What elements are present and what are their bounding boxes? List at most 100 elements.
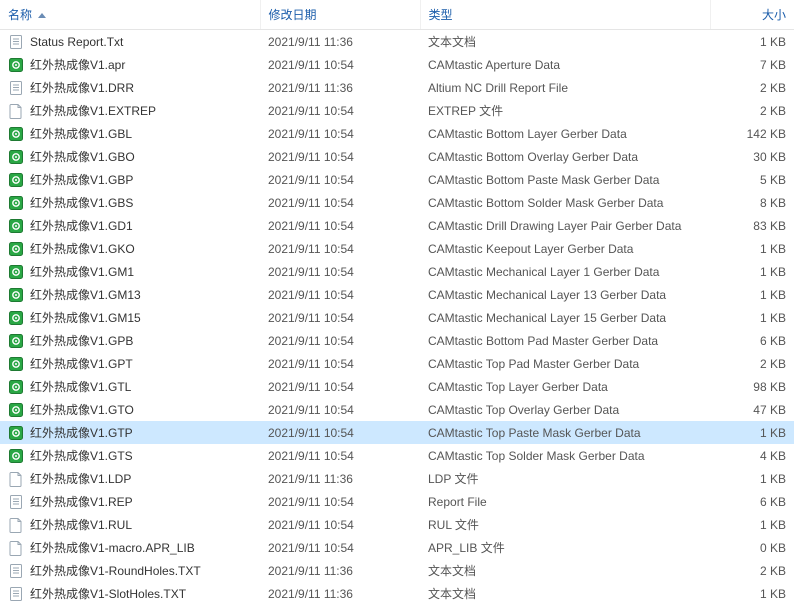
file-size: 6 KB: [710, 490, 794, 513]
file-name-cell[interactable]: 红外热成像V1.REP: [0, 490, 260, 513]
file-date: 2021/9/11 10:54: [260, 191, 420, 214]
file-row[interactable]: 红外热成像V1.GPB2021/9/11 10:54CAMtastic Bott…: [0, 329, 794, 352]
file-name: 红外热成像V1.GM13: [30, 288, 141, 302]
file-name-cell[interactable]: 红外热成像V1.DRR: [0, 76, 260, 99]
file-name-cell[interactable]: 红外热成像V1.GTP: [0, 421, 260, 444]
file-size: 1 KB: [710, 582, 794, 605]
file-type: CAMtastic Mechanical Layer 1 Gerber Data: [420, 260, 710, 283]
file-type: CAMtastic Bottom Overlay Gerber Data: [420, 145, 710, 168]
file-size: 2 KB: [710, 76, 794, 99]
file-name-cell[interactable]: 红外热成像V1.GKO: [0, 237, 260, 260]
file-name: 红外热成像V1.REP: [30, 495, 133, 509]
file-name: 红外热成像V1.GPB: [30, 334, 133, 348]
file-row[interactable]: 红外热成像V1.GPT2021/9/11 10:54CAMtastic Top …: [0, 352, 794, 375]
file-name: 红外热成像V1.apr: [30, 58, 125, 72]
file-type: CAMtastic Keepout Layer Gerber Data: [420, 237, 710, 260]
file-type: Altium NC Drill Report File: [420, 76, 710, 99]
file-name-cell[interactable]: 红外热成像V1.GPB: [0, 329, 260, 352]
file-name-cell[interactable]: 红外热成像V1.GPT: [0, 352, 260, 375]
file-type: 文本文档: [420, 582, 710, 605]
file-name: 红外热成像V1.EXTREP: [30, 104, 156, 118]
file-row[interactable]: 红外热成像V1-RoundHoles.TXT2021/9/11 11:36文本文…: [0, 559, 794, 582]
file-list-table: 名称 修改日期 类型 大小 Status Report.Txt2021/9/11…: [0, 0, 794, 605]
file-name: 红外热成像V1.GTL: [30, 380, 131, 394]
file-row[interactable]: 红外热成像V1-SlotHoles.TXT2021/9/11 11:36文本文档…: [0, 582, 794, 605]
file-date: 2021/9/11 10:54: [260, 490, 420, 513]
file-name-cell[interactable]: 红外热成像V1.GBS: [0, 191, 260, 214]
file-name-cell[interactable]: 红外热成像V1.EXTREP: [0, 99, 260, 122]
file-row[interactable]: 红外热成像V1.GKO2021/9/11 10:54CAMtastic Keep…: [0, 237, 794, 260]
txt-file-icon: [8, 563, 24, 579]
column-header-type[interactable]: 类型: [420, 0, 710, 30]
file-name-cell[interactable]: 红外热成像V1.RUL: [0, 513, 260, 536]
file-name-cell[interactable]: 红外热成像V1-SlotHoles.TXT: [0, 582, 260, 605]
file-name-cell[interactable]: 红外热成像V1.GM15: [0, 306, 260, 329]
file-date: 2021/9/11 11:36: [260, 559, 420, 582]
camtastic-file-icon: [8, 241, 24, 257]
file-row[interactable]: 红外热成像V1.GM12021/9/11 10:54CAMtastic Mech…: [0, 260, 794, 283]
file-name: 红外热成像V1.GBP: [30, 173, 133, 187]
column-header-size[interactable]: 大小: [710, 0, 794, 30]
file-row[interactable]: 红外热成像V1.REP2021/9/11 10:54Report File6 K…: [0, 490, 794, 513]
file-type: RUL 文件: [420, 513, 710, 536]
file-name-cell[interactable]: 红外热成像V1-macro.APR_LIB: [0, 536, 260, 559]
file-row[interactable]: 红外热成像V1.GM132021/9/11 10:54CAMtastic Mec…: [0, 283, 794, 306]
camtastic-file-icon: [8, 57, 24, 73]
file-row[interactable]: 红外热成像V1.RUL2021/9/11 10:54RUL 文件1 KB: [0, 513, 794, 536]
file-name-cell[interactable]: Status Report.Txt: [0, 30, 260, 54]
file-size: 6 KB: [710, 329, 794, 352]
file-name-cell[interactable]: 红外热成像V1.GD1: [0, 214, 260, 237]
file-row[interactable]: 红外热成像V1-macro.APR_LIB2021/9/11 10:54APR_…: [0, 536, 794, 559]
file-date: 2021/9/11 10:54: [260, 421, 420, 444]
file-row[interactable]: 红外热成像V1.DRR2021/9/11 11:36Altium NC Dril…: [0, 76, 794, 99]
file-row[interactable]: 红外热成像V1.GTO2021/9/11 10:54CAMtastic Top …: [0, 398, 794, 421]
file-name: 红外热成像V1.GTP: [30, 426, 133, 440]
file-date: 2021/9/11 11:36: [260, 76, 420, 99]
file-name-cell[interactable]: 红外热成像V1.GBL: [0, 122, 260, 145]
file-type: 文本文档: [420, 559, 710, 582]
file-row[interactable]: 红外热成像V1.GBS2021/9/11 10:54CAMtastic Bott…: [0, 191, 794, 214]
file-row[interactable]: 红外热成像V1.EXTREP2021/9/11 10:54EXTREP 文件2 …: [0, 99, 794, 122]
camtastic-file-icon: [8, 448, 24, 464]
file-row[interactable]: 红外热成像V1.LDP2021/9/11 11:36LDP 文件1 KB: [0, 467, 794, 490]
file-name-cell[interactable]: 红外热成像V1.GM1: [0, 260, 260, 283]
txt-file-icon: [8, 80, 24, 96]
file-row[interactable]: 红外热成像V1.GTL2021/9/11 10:54CAMtastic Top …: [0, 375, 794, 398]
file-row[interactable]: 红外热成像V1.GTS2021/9/11 10:54CAMtastic Top …: [0, 444, 794, 467]
txt-file-icon: [8, 34, 24, 50]
camtastic-file-icon: [8, 310, 24, 326]
file-date: 2021/9/11 10:54: [260, 53, 420, 76]
file-name-cell[interactable]: 红外热成像V1.LDP: [0, 467, 260, 490]
generic-file-icon: [8, 103, 24, 119]
file-name-cell[interactable]: 红外热成像V1.GTO: [0, 398, 260, 421]
column-header-date[interactable]: 修改日期: [260, 0, 420, 30]
file-name-cell[interactable]: 红外热成像V1.GM13: [0, 283, 260, 306]
column-header-row: 名称 修改日期 类型 大小: [0, 0, 794, 30]
file-type: CAMtastic Top Pad Master Gerber Data: [420, 352, 710, 375]
file-row[interactable]: 红外热成像V1.GBO2021/9/11 10:54CAMtastic Bott…: [0, 145, 794, 168]
file-name-cell[interactable]: 红外热成像V1.GBO: [0, 145, 260, 168]
column-header-name[interactable]: 名称: [0, 0, 260, 30]
file-row[interactable]: 红外热成像V1.GD12021/9/11 10:54CAMtastic Dril…: [0, 214, 794, 237]
file-row[interactable]: 红外热成像V1.apr2021/9/11 10:54CAMtastic Aper…: [0, 53, 794, 76]
file-name: 红外热成像V1.GTS: [30, 449, 133, 463]
file-size: 2 KB: [710, 352, 794, 375]
file-row[interactable]: Status Report.Txt2021/9/11 11:36文本文档1 KB: [0, 30, 794, 54]
file-name-cell[interactable]: 红外热成像V1.GTS: [0, 444, 260, 467]
file-name-cell[interactable]: 红外热成像V1.GTL: [0, 375, 260, 398]
file-name: 红外热成像V1.GBL: [30, 127, 132, 141]
file-row[interactable]: 红外热成像V1.GM152021/9/11 10:54CAMtastic Mec…: [0, 306, 794, 329]
file-name-cell[interactable]: 红外热成像V1.apr: [0, 53, 260, 76]
file-date: 2021/9/11 10:54: [260, 536, 420, 559]
file-size: 4 KB: [710, 444, 794, 467]
file-size: 1 KB: [710, 237, 794, 260]
file-row[interactable]: 红外热成像V1.GBP2021/9/11 10:54CAMtastic Bott…: [0, 168, 794, 191]
file-name-cell[interactable]: 红外热成像V1-RoundHoles.TXT: [0, 559, 260, 582]
camtastic-file-icon: [8, 172, 24, 188]
file-row[interactable]: 红外热成像V1.GBL2021/9/11 10:54CAMtastic Bott…: [0, 122, 794, 145]
file-date: 2021/9/11 10:54: [260, 99, 420, 122]
file-size: 47 KB: [710, 398, 794, 421]
file-type: CAMtastic Bottom Solder Mask Gerber Data: [420, 191, 710, 214]
file-row[interactable]: 红外热成像V1.GTP2021/9/11 10:54CAMtastic Top …: [0, 421, 794, 444]
file-name-cell[interactable]: 红外热成像V1.GBP: [0, 168, 260, 191]
